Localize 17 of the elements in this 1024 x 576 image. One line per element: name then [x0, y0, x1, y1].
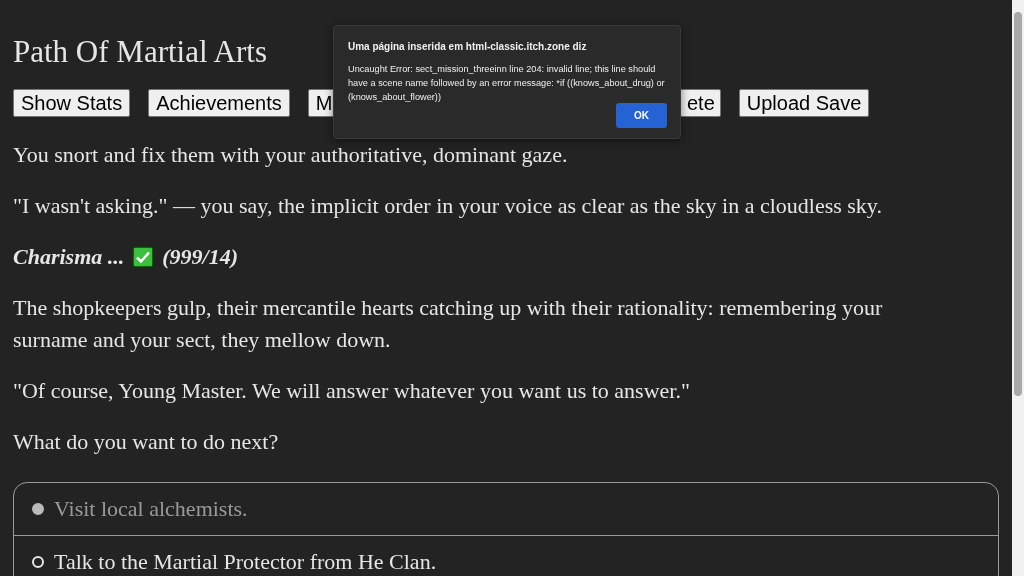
story-text: You snort and fix them with your authoritative, dominant gaze.	[13, 141, 569, 169]
stat-name: Charisma ...	[13, 243, 125, 271]
dialog-message: Uncaught Error: sect_mission_threeinn line 204: invalid line; this line should have a scene name followed by an error message: *if ((knows_about_drug) or (knows_about_flower))	[348, 63, 666, 104]
stat-score: (999/14)	[162, 243, 239, 271]
ok-button[interactable]: OK	[616, 103, 667, 128]
scrollbar-thumb[interactable]	[1014, 12, 1022, 396]
scrollbar[interactable]	[1012, 0, 1024, 576]
dialog-heading: Uma página inserida em html-classic.itch.zone diz	[348, 40, 588, 54]
story-text: "I wasn't asking." — you say, the implicit order in your voice as clear as the sky in a cloudless sky.	[13, 192, 883, 220]
story-text: The shopkeepers gulp, their mercantile hearts catching up with their rationality: remembering your surname and your sect, they mellow down.	[13, 294, 884, 354]
menu-button[interactable]: Achievements	[148, 89, 290, 117]
menu-button[interactable]: Show Stats	[13, 89, 131, 117]
menu-button[interactable]: Upload Save	[738, 89, 870, 117]
story-text: What do you want to do next?	[13, 428, 280, 456]
story-text: "Of course, Young Master. We will answer whatever you want us to answer."	[13, 377, 691, 405]
page-title: Path Of Martial Arts	[13, 33, 267, 71]
choice-label[interactable]: Talk to the Martial Protector from He Clan.	[54, 546, 437, 576]
